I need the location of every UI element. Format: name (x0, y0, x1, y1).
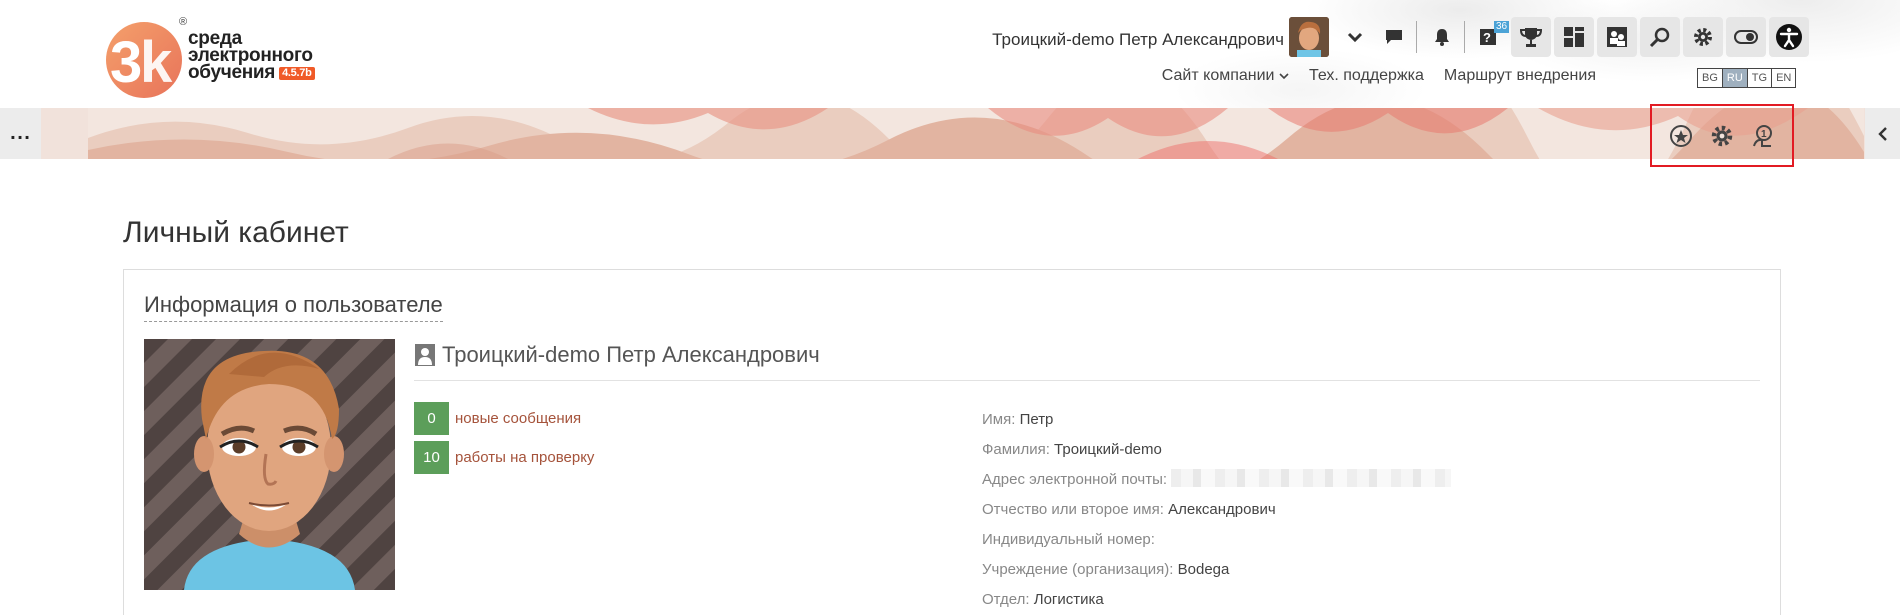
user-help-icon[interactable]: 1 (1745, 118, 1781, 154)
works-to-review-stat[interactable]: 10 работы на проверку (414, 441, 594, 474)
version-badge: 4.5.7b (279, 67, 315, 80)
field-department: Отдел: Логистика (982, 585, 1451, 615)
field-last-name: Фамилия: Троицкий-demo (982, 435, 1451, 465)
header-links: Сайт компании Тех. поддержка Маршрут вне… (1142, 67, 1596, 85)
field-label: Фамилия: (982, 441, 1050, 458)
field-value: Bodega (1177, 561, 1230, 578)
works-to-review-count: 10 (414, 441, 449, 474)
field-email: Адрес электронной почты: (982, 465, 1452, 495)
dashboard-icon[interactable] (1554, 17, 1594, 57)
field-id-number: Индивидуальный номер: (982, 525, 1451, 555)
toolbar-divider (1416, 21, 1417, 53)
company-site-label: Сайт компании (1161, 67, 1275, 84)
avatar-image (1289, 17, 1329, 57)
people-icon[interactable] (1597, 17, 1637, 57)
svg-text:3: 3 (110, 30, 142, 95)
card-title[interactable]: Информация о пользователе (144, 292, 443, 322)
header-toolbar: ? 36 (1334, 17, 1809, 57)
field-label: Отчество или второе имя: (982, 501, 1164, 518)
profile-avatar-image (144, 339, 395, 590)
logo-line-3: обучения (188, 62, 276, 83)
achievements-icon[interactable] (1511, 17, 1551, 57)
right-panel-toggle[interactable] (1865, 108, 1900, 159)
field-label: Имя: (982, 411, 1016, 428)
decorative-banner (0, 108, 1900, 159)
favorite-star-icon[interactable] (1663, 118, 1699, 154)
divider (414, 380, 1760, 381)
company-site-link[interactable]: Сайт компании (1162, 67, 1289, 85)
profile-fields: Имя: Петр Фамилия: Троицкий-demo Адрес э… (982, 405, 1452, 615)
field-first-name: Имя: Петр (982, 405, 1451, 435)
notifications-icon[interactable] (1424, 17, 1460, 57)
lang-ru[interactable]: RU (1722, 69, 1748, 87)
field-value: Александрович (1168, 501, 1276, 518)
site-logo[interactable]: 3 k ® среда электронного обучения 4.5.7b (104, 16, 324, 100)
field-label: Адрес электронной почты: (982, 471, 1168, 488)
field-label: Индивидуальный номер: (982, 531, 1155, 548)
field-label: Учреждение (организация): (982, 561, 1174, 578)
svg-text:1: 1 (1761, 129, 1767, 140)
logo-text: среда электронного обучения 4.5.7b (188, 29, 315, 83)
logo-3k-mark: 3 k (106, 22, 182, 98)
lang-bg[interactable]: BG (1698, 69, 1723, 87)
left-panel-toggle[interactable]: ... (0, 108, 41, 159)
search-icon[interactable] (1640, 17, 1680, 57)
field-middle-name: Отчество или второе имя: Александрович (982, 495, 1451, 525)
profile-name-text: Троицкий-demo Петр Александрович (442, 342, 820, 367)
chevron-left-icon (1877, 126, 1887, 141)
lang-en[interactable]: EN (1772, 69, 1795, 87)
help-count-badge: 36 (1494, 21, 1510, 33)
header-user-name[interactable]: Троицкий-demo Петр Александрович (992, 30, 1284, 50)
settings-icon[interactable] (1683, 17, 1723, 57)
field-value: Петр (1019, 411, 1054, 428)
page-title: Личный кабинет (123, 216, 349, 249)
banner-art (88, 108, 1864, 159)
route-link[interactable]: Маршрут внедрения (1444, 67, 1596, 85)
profile-name: Троицкий-demo Петр Александрович (414, 342, 820, 368)
chevron-down-icon (1279, 73, 1289, 80)
user-badge-icon (415, 344, 435, 366)
logo-registered-mark: ® (179, 16, 188, 28)
new-messages-link[interactable]: новые сообщения (455, 410, 581, 427)
user-info-card: Информация о пользователе Троицкий-demo … (123, 269, 1781, 615)
new-messages-stat[interactable]: 0 новые сообщения (414, 402, 581, 435)
email-redacted (1171, 469, 1452, 487)
field-value: Логистика (1033, 591, 1104, 608)
toolbar-divider (1464, 21, 1465, 53)
accessibility-icon[interactable] (1769, 17, 1809, 57)
field-value: Троицкий-demo (1054, 441, 1162, 458)
banner-tools-highlight: 1 (1650, 104, 1794, 167)
help-icon[interactable]: ? 36 (1472, 17, 1510, 57)
header-avatar[interactable] (1289, 17, 1329, 57)
toggle-icon[interactable] (1726, 17, 1766, 57)
field-label: Отдел: (982, 591, 1030, 608)
site-header: 3 k ® среда электронного обучения 4.5.7b … (0, 0, 1900, 108)
new-messages-count: 0 (414, 402, 449, 435)
support-link[interactable]: Тех. поддержка (1309, 67, 1424, 85)
language-switcher: BG RU TG EN (1697, 68, 1797, 88)
gear-icon[interactable] (1704, 118, 1740, 154)
profile-avatar (144, 339, 395, 590)
works-to-review-link[interactable]: работы на проверку (455, 449, 594, 466)
messages-icon[interactable] (1376, 17, 1412, 57)
svg-text:?: ? (1483, 30, 1491, 45)
user-menu-chevron-icon[interactable] (1337, 17, 1373, 57)
field-organization: Учреждение (организация): Bodega (982, 555, 1451, 585)
svg-text:k: k (140, 30, 173, 95)
lang-tg[interactable]: TG (1748, 69, 1773, 87)
